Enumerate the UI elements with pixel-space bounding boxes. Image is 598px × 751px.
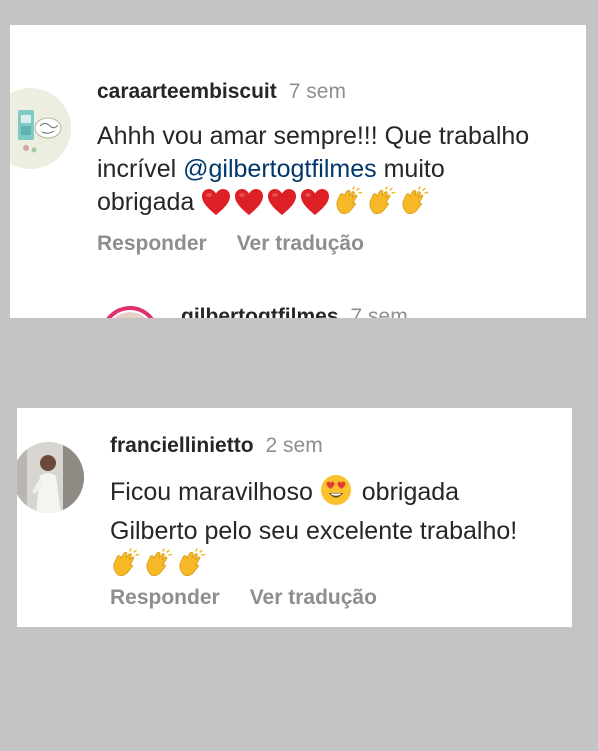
comment-time: 7 sem	[350, 305, 408, 318]
avatar-photo-icon	[17, 442, 84, 513]
clapping-hands-icon	[399, 186, 429, 225]
text-segment: Ficou maravilhoso	[110, 478, 320, 506]
comment-time: 2 sem	[265, 434, 323, 457]
comment-text-line	[110, 548, 517, 587]
avatar[interactable]	[10, 88, 71, 169]
avatar-logo-icon	[10, 88, 71, 169]
mention-link[interactable]: @gilbertogtfilmes	[183, 155, 377, 183]
username-text[interactable]: franciellinietto	[110, 434, 254, 457]
comment-text: Ahhh vou amar sempre!!! Que trabalho inc…	[97, 120, 529, 225]
avatar[interactable]	[17, 442, 84, 513]
text-segment: muito	[376, 155, 445, 183]
reply-avatar[interactable]	[101, 306, 159, 318]
comment-text: Ficou maravilhoso obrigada Gilberto pelo…	[110, 474, 517, 587]
text-segment: incrível	[97, 155, 184, 183]
translate-button[interactable]: Ver tradução	[237, 232, 364, 255]
heart-eyes-icon	[320, 474, 352, 515]
red-heart-icon	[234, 188, 264, 225]
comment-text-line: Ficou maravilhoso obrigada	[110, 474, 517, 515]
comment-text-line: Ahhh vou amar sempre!!! Que trabalho	[97, 122, 530, 150]
comment-card: franciellinietto 2 sem Ficou maravilhoso …	[17, 408, 572, 627]
comment-text-line: Gilberto pelo seu excelente trabalho!	[110, 517, 518, 545]
clapping-hands-icon	[333, 186, 363, 225]
comment-text-line: obrigada	[97, 186, 529, 225]
red-heart-icon	[201, 188, 231, 225]
red-heart-icon	[300, 188, 330, 225]
comment-card: caraarteembiscuit 7 sem Ahhh vou amar sem…	[10, 25, 586, 318]
red-heart-icon	[267, 188, 297, 225]
comment-username[interactable]: franciellinietto 2 sem	[110, 434, 323, 458]
text-segment: obrigada	[354, 478, 460, 506]
username-text[interactable]: caraarteembiscuit	[97, 80, 277, 103]
avatar-photo-icon	[106, 306, 154, 318]
text-segment: obrigada	[97, 188, 195, 216]
emoji-row	[110, 548, 209, 578]
clapping-hands-icon	[176, 548, 206, 587]
emoji-row	[201, 186, 432, 216]
reply-username[interactable]: gilbertogtfilmes 7 sem	[181, 305, 408, 318]
translate-button[interactable]: Ver tradução	[250, 586, 377, 609]
comment-username[interactable]: caraarteembiscuit 7 sem	[97, 80, 346, 104]
comment-actions: Responder Ver tradução	[97, 232, 394, 256]
clapping-hands-icon	[366, 186, 396, 225]
clapping-hands-icon	[143, 548, 173, 587]
username-text[interactable]: gilbertogtfilmes	[181, 305, 339, 318]
reply-button[interactable]: Responder	[110, 586, 220, 609]
comment-text-line: incrível @gilbertogtfilmes muito	[97, 153, 529, 186]
comment-actions: Responder Ver tradução	[110, 586, 407, 610]
comment-time: 7 sem	[288, 80, 346, 103]
clapping-hands-icon	[110, 548, 140, 587]
reply-button[interactable]: Responder	[97, 232, 207, 255]
